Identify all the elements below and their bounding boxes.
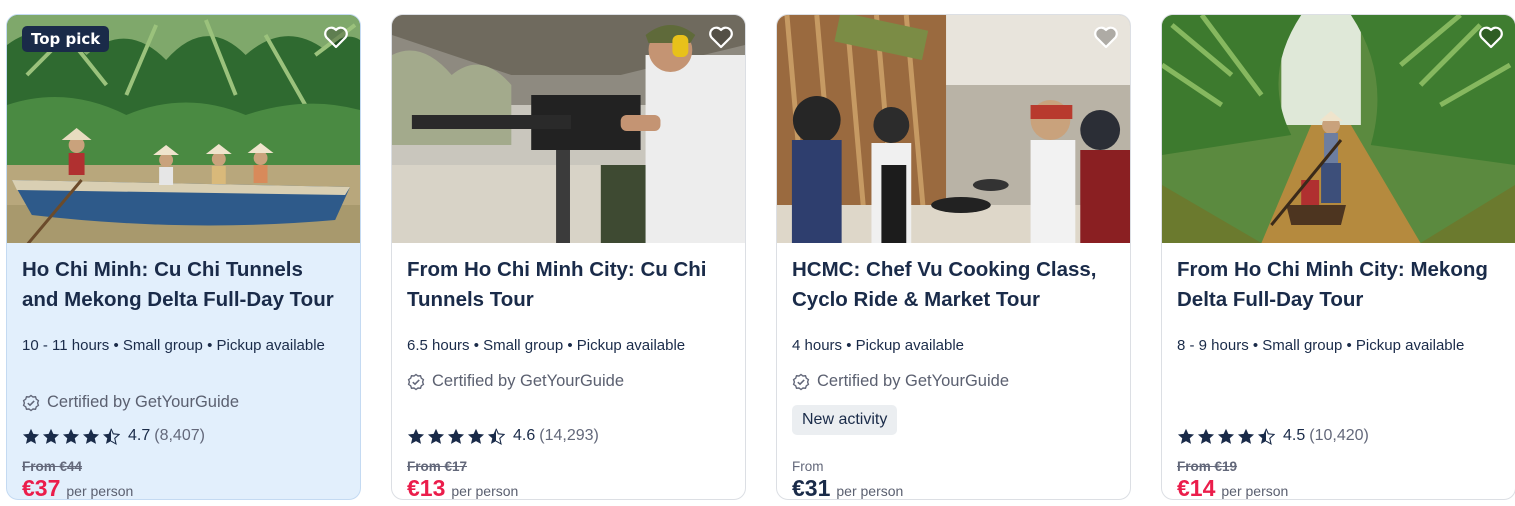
star-icon xyxy=(82,428,100,444)
price-unit: per person xyxy=(451,483,519,499)
price: €31 per person xyxy=(792,475,904,500)
activity-card[interactable]: Top pick Ho Chi Minh: Cu Chi Tunnels and… xyxy=(6,14,361,500)
rating-value: 4.5 xyxy=(1283,427,1306,444)
rating-value: 4.6 xyxy=(513,427,536,444)
star-half-icon xyxy=(1257,427,1275,445)
heart-outline-icon[interactable] xyxy=(1477,24,1505,50)
certified-label: Certified by GetYourGuide xyxy=(792,372,1009,391)
new-activity-badge: New activity xyxy=(792,405,898,435)
star-icon xyxy=(407,428,425,444)
card-body: Ho Chi Minh: Cu Chi Tunnels and Mekong D… xyxy=(22,243,345,499)
activity-meta: 6.5 hours • Small group • Pickup availab… xyxy=(407,337,686,354)
price: €13 per person xyxy=(407,475,519,500)
activity-meta: 4 hours • Pickup available xyxy=(792,337,965,354)
rating-value: 4.7 xyxy=(128,427,151,444)
activity-title[interactable]: HCMC: Chef Vu Cooking Class, Cyclo Ride … xyxy=(792,255,1115,315)
star-icon xyxy=(62,428,80,444)
star-icon xyxy=(427,428,445,444)
top-pick-badge: Top pick xyxy=(22,26,110,52)
activity-title[interactable]: Ho Chi Minh: Cu Chi Tunnels and Mekong D… xyxy=(22,255,345,315)
original-price: From €44 xyxy=(22,459,83,474)
activity-card[interactable]: HCMC: Chef Vu Cooking Class, Cyclo Ride … xyxy=(776,14,1131,500)
review-count: (8,407) xyxy=(154,427,205,444)
badge-check-icon xyxy=(407,373,425,390)
card-body: HCMC: Chef Vu Cooking Class, Cyclo Ride … xyxy=(792,243,1115,499)
rating-stars xyxy=(1177,427,1275,445)
activity-photo xyxy=(1162,15,1515,243)
activity-photo xyxy=(777,15,1130,243)
star-half-icon xyxy=(487,427,505,445)
heart-outline-icon[interactable] xyxy=(322,24,350,50)
star-icon xyxy=(1177,428,1195,444)
activity-title[interactable]: From Ho Chi Minh City: Mekong Delta Full… xyxy=(1177,255,1500,315)
star-icon xyxy=(42,428,60,444)
card-body: From Ho Chi Minh City: Mekong Delta Full… xyxy=(1177,243,1500,499)
heart-outline-icon[interactable] xyxy=(1092,24,1120,50)
price-amount: €31 xyxy=(792,475,831,500)
star-icon xyxy=(467,428,485,444)
activity-card[interactable]: From Ho Chi Minh City: Cu Chi Tunnels To… xyxy=(391,14,746,500)
price: €37 per person xyxy=(22,475,134,500)
review-count: (14,293) xyxy=(539,427,599,444)
price-unit: per person xyxy=(66,483,134,499)
price-amount: €13 xyxy=(407,475,446,500)
activity-meta: 10 - 11 hours • Small group • Pickup ava… xyxy=(22,337,325,354)
certified-label: Certified by GetYourGuide xyxy=(22,393,239,412)
price-unit: per person xyxy=(836,483,904,499)
heart-outline-icon[interactable] xyxy=(707,24,735,50)
badge-check-icon xyxy=(792,373,810,390)
activity-photo xyxy=(392,15,745,243)
price-amount: €37 xyxy=(22,475,61,500)
rating: 4.5 (10,420) xyxy=(1177,427,1369,445)
from-label: From xyxy=(792,459,824,474)
star-icon xyxy=(1237,428,1255,444)
star-icon xyxy=(1217,428,1235,444)
card-body: From Ho Chi Minh City: Cu Chi Tunnels To… xyxy=(407,243,730,499)
activity-card[interactable]: From Ho Chi Minh City: Mekong Delta Full… xyxy=(1161,14,1515,500)
star-icon xyxy=(447,428,465,444)
review-count: (10,420) xyxy=(1309,427,1369,444)
badge-check-icon xyxy=(22,394,40,411)
star-icon xyxy=(1197,428,1215,444)
original-price: From €17 xyxy=(407,459,468,474)
activity-title[interactable]: From Ho Chi Minh City: Cu Chi Tunnels To… xyxy=(407,255,730,315)
star-half-icon xyxy=(102,427,120,445)
price-amount: €14 xyxy=(1177,475,1216,500)
rating: 4.7 (8,407) xyxy=(22,427,205,445)
rating: 4.6 (14,293) xyxy=(407,427,599,445)
price: €14 per person xyxy=(1177,475,1289,500)
star-icon xyxy=(22,428,40,444)
activity-meta: 8 - 9 hours • Small group • Pickup avail… xyxy=(1177,337,1465,354)
certified-label: Certified by GetYourGuide xyxy=(407,372,624,391)
rating-stars xyxy=(407,427,505,445)
original-price: From €19 xyxy=(1177,459,1238,474)
rating-stars xyxy=(22,427,120,445)
price-unit: per person xyxy=(1221,483,1289,499)
